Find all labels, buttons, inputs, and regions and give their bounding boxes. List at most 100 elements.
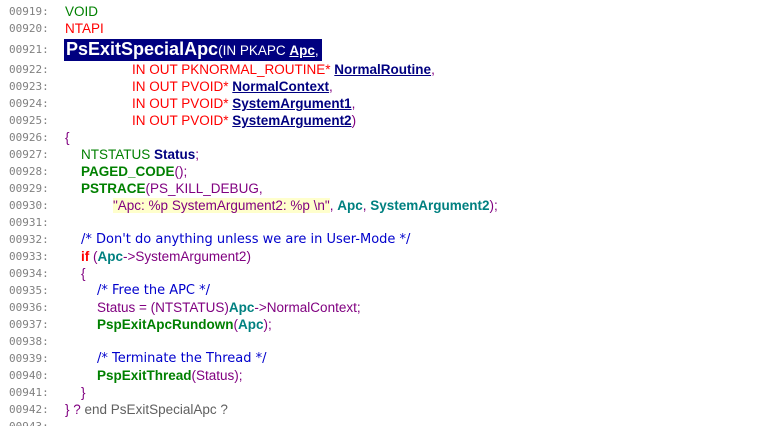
selected-text[interactable]: PsExitSpecialApc(IN PKAPC Apc, bbox=[64, 39, 322, 61]
code-line-927[interactable]: 00927: NTSTATUS Status; bbox=[0, 146, 775, 163]
code-line-933[interactable]: 00933: if (Apc->SystemArgument2) bbox=[0, 248, 775, 265]
line-number: 00942: bbox=[9, 403, 49, 416]
line-number: 00935: bbox=[9, 284, 49, 297]
comment: /* Don't do anything unless we are in Us… bbox=[81, 232, 411, 247]
punctuation: (); bbox=[174, 164, 188, 179]
param-type: IN OUT PVOID* bbox=[132, 113, 233, 128]
code-line-925[interactable]: 00925: IN OUT PVOID* SystemArgument2) bbox=[0, 112, 775, 129]
line-number: 00934: bbox=[9, 267, 49, 280]
variable-apc: Apc bbox=[97, 249, 124, 264]
return-type: VOID bbox=[65, 4, 99, 19]
param-link-normalroutine[interactable]: NormalRoutine bbox=[334, 62, 431, 77]
function-call-pspexitthread: PspExitThread bbox=[97, 368, 192, 383]
keyword-if: if bbox=[81, 249, 90, 264]
code-line-921[interactable]: 00921: PsExitSpecialApc(IN PKAPC Apc, bbox=[0, 39, 775, 61]
param-type: (IN PKAPC bbox=[218, 43, 290, 58]
variable-apc: Apc bbox=[238, 317, 264, 332]
param-link-systemargument1[interactable]: SystemArgument1 bbox=[232, 96, 351, 111]
punctuation: ); bbox=[489, 198, 498, 213]
code-line-932[interactable]: 00932: /* Don't do anything unless we ar… bbox=[0, 231, 775, 248]
function-call-pspexitapcrundown: PspExitApcRundown bbox=[97, 317, 234, 332]
code-line-920[interactable]: 00920: NTAPI bbox=[0, 20, 775, 37]
variable-apc: Apc bbox=[228, 300, 255, 315]
line-number: 00936: bbox=[9, 301, 49, 314]
line-number: 00940: bbox=[9, 369, 49, 382]
line-number: 00927: bbox=[9, 148, 49, 161]
line-number: 00926: bbox=[9, 131, 49, 144]
line-number: 00921: bbox=[9, 43, 49, 56]
string-literal: "Apc: %p SystemArgument2: %p \n" bbox=[113, 198, 330, 213]
line-number: 00925: bbox=[9, 114, 49, 127]
end-comment: end PsExitSpecialApc ? bbox=[84, 402, 228, 417]
macro-pstrace: PSTRACE bbox=[81, 181, 146, 196]
close-brace: } bbox=[81, 385, 86, 400]
param-type: IN OUT PVOID* bbox=[132, 96, 233, 111]
variable-systemargument2: SystemArgument2 bbox=[370, 198, 490, 213]
param-link-systemargument2[interactable]: SystemArgument2 bbox=[232, 113, 351, 128]
line-number: 00919: bbox=[9, 5, 49, 18]
variable-status: Status bbox=[154, 147, 196, 162]
line-number: 00928: bbox=[9, 165, 49, 178]
macro-args: (PS_KILL_DEBUG, bbox=[145, 181, 263, 196]
punctuation: ) bbox=[351, 113, 357, 128]
code-line-931[interactable]: 00931: bbox=[0, 214, 775, 231]
member-access: ->NormalContext; bbox=[254, 300, 361, 315]
function-name: PsExitSpecialApc bbox=[66, 39, 219, 59]
code-line-919[interactable]: 00919: VOID bbox=[0, 3, 775, 20]
code-line-941[interactable]: 00941: } bbox=[0, 384, 775, 401]
line-number: 00930: bbox=[9, 199, 49, 212]
code-line-938[interactable]: 00938: bbox=[0, 333, 775, 350]
code-line-940[interactable]: 00940: PspExitThread(Status); bbox=[0, 367, 775, 384]
punctuation: (Status); bbox=[191, 368, 243, 383]
param-type: IN OUT PKNORMAL_ROUTINE* bbox=[132, 62, 335, 77]
open-brace: { bbox=[81, 266, 86, 281]
code-line-935[interactable]: 00935: /* Free the APC */ bbox=[0, 282, 775, 299]
type-name: NTSTATUS bbox=[81, 147, 154, 162]
code-line-943[interactable]: 00943: bbox=[0, 418, 775, 426]
line-number: 00937: bbox=[9, 318, 49, 331]
assignment: Status = (NTSTATUS) bbox=[97, 300, 229, 315]
line-number: 00933: bbox=[9, 250, 49, 263]
code-line-928[interactable]: 00928: PAGED_CODE(); bbox=[0, 163, 775, 180]
macro-paged-code: PAGED_CODE bbox=[81, 164, 175, 179]
line-number: 00943: bbox=[9, 418, 49, 426]
code-line-926[interactable]: 00926: { bbox=[0, 129, 775, 146]
variable-apc: Apc bbox=[337, 198, 363, 213]
code-line-942[interactable]: 00942: } ? end PsExitSpecialApc ? bbox=[0, 401, 775, 418]
line-number: 00941: bbox=[9, 386, 49, 399]
open-brace: { bbox=[65, 130, 70, 145]
param-link-apc[interactable]: Apc bbox=[289, 43, 315, 58]
line-number: 00920: bbox=[9, 22, 49, 35]
punctuation: , bbox=[314, 43, 319, 58]
param-type: IN OUT PVOID* bbox=[132, 79, 233, 94]
member-access: ->SystemArgument2) bbox=[123, 249, 251, 264]
calling-convention: NTAPI bbox=[65, 21, 104, 36]
param-link-normalcontext[interactable]: NormalContext bbox=[232, 79, 329, 94]
code-line-936[interactable]: 00936: Status = (NTSTATUS)Apc->NormalCon… bbox=[0, 299, 775, 316]
line-number: 00932: bbox=[9, 233, 49, 246]
source-code-view[interactable]: 00919: VOID 00920: NTAPI 00921: PsExitSp… bbox=[0, 0, 775, 426]
code-line-934[interactable]: 00934: { bbox=[0, 265, 775, 282]
line-number: 00938: bbox=[9, 335, 49, 348]
code-line-929[interactable]: 00929: PSTRACE(PS_KILL_DEBUG, bbox=[0, 180, 775, 197]
code-line-939[interactable]: 00939: /* Terminate the Thread */ bbox=[0, 350, 775, 367]
line-number: 00923: bbox=[9, 80, 49, 93]
code-line-924[interactable]: 00924: IN OUT PVOID* SystemArgument1, bbox=[0, 95, 775, 112]
line-number: 00924: bbox=[9, 97, 49, 110]
close-brace: } ? bbox=[65, 402, 85, 417]
code-line-930[interactable]: 00930: "Apc: %p SystemArgument2: %p \n",… bbox=[0, 197, 775, 214]
comment: /* Free the APC */ bbox=[97, 283, 211, 298]
punctuation: , bbox=[431, 62, 435, 77]
line-number: 00929: bbox=[9, 182, 49, 195]
punctuation: ); bbox=[263, 317, 272, 332]
line-number: 00931: bbox=[9, 216, 49, 229]
line-number: 00939: bbox=[9, 352, 49, 365]
comment: /* Terminate the Thread */ bbox=[97, 351, 267, 366]
code-line-922[interactable]: 00922: IN OUT PKNORMAL_ROUTINE* NormalRo… bbox=[0, 61, 775, 78]
code-line-923[interactable]: 00923: IN OUT PVOID* NormalContext, bbox=[0, 78, 775, 95]
punctuation: ( bbox=[89, 249, 98, 264]
punctuation: , bbox=[351, 96, 356, 111]
punctuation: , bbox=[329, 79, 333, 94]
code-line-937[interactable]: 00937: PspExitApcRundown(Apc); bbox=[0, 316, 775, 333]
line-number: 00922: bbox=[9, 63, 49, 76]
